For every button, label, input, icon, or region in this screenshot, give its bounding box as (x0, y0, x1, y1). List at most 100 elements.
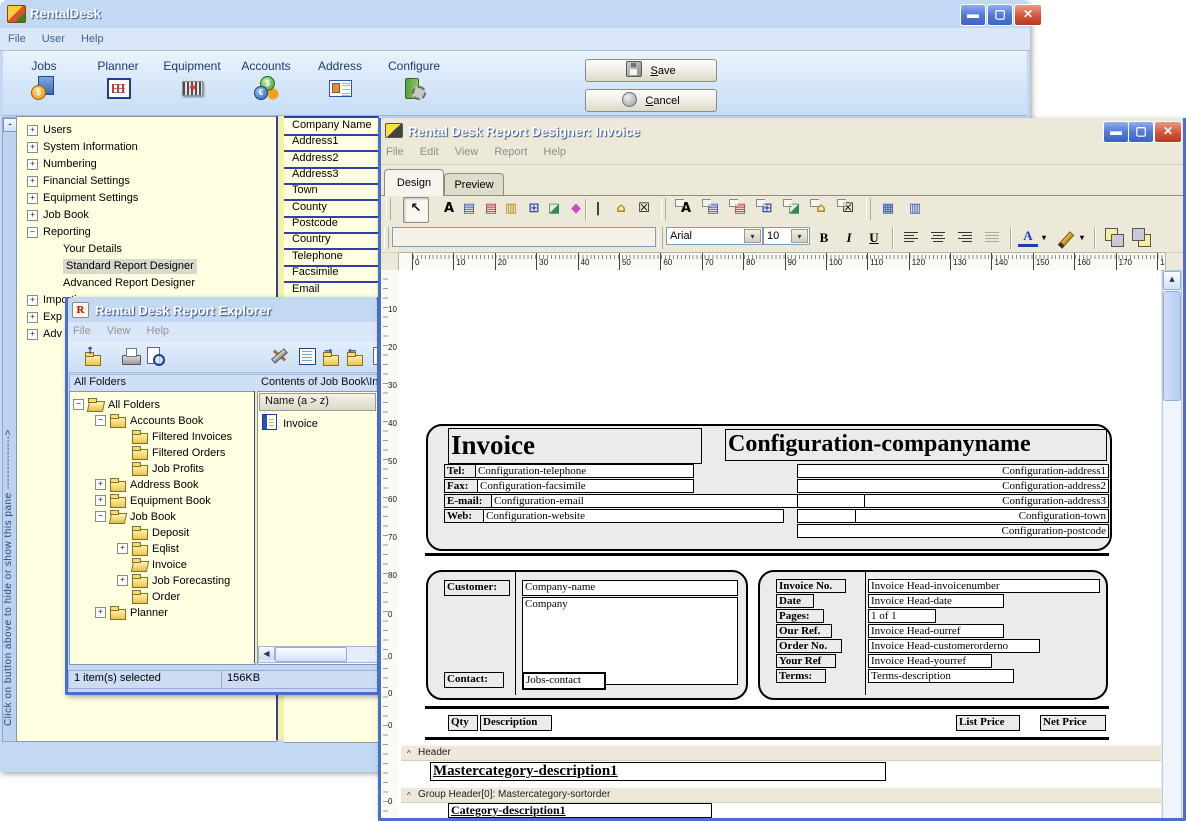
tab-design[interactable]: Design (384, 169, 444, 196)
font-family-arrow-icon[interactable]: ▾ (744, 229, 761, 243)
tree-expand-icon[interactable]: + (27, 193, 38, 204)
highlight-arrow-icon[interactable]: ▾ (1076, 227, 1088, 249)
bring-to-front-button[interactable] (1102, 225, 1126, 249)
tree-expand-icon[interactable]: + (27, 210, 38, 221)
minimize-button[interactable]: ▬ (960, 4, 986, 26)
tree-expand-icon[interactable]: + (27, 312, 38, 323)
save-button[interactable]: Save (585, 59, 717, 82)
designer-menu-help[interactable]: Help (535, 143, 574, 160)
field-order-no[interactable]: Invoice Head-customerorderno (868, 639, 1040, 653)
tree-item-numbering[interactable]: +Numbering (17, 156, 277, 172)
tree-expand-icon[interactable]: + (95, 495, 106, 506)
main-titlebar[interactable]: RentalDesk (0, 0, 1030, 27)
highlight-button[interactable] (1056, 227, 1076, 249)
label-invoice-no[interactable]: Invoice No. (776, 579, 846, 593)
field-blank-2[interactable] (797, 509, 859, 523)
field-your-ref[interactable]: Invoice Head-yourref (868, 654, 992, 668)
name-column-header[interactable]: Name (a > z) (259, 393, 376, 411)
list-item-invoice[interactable]: Invoice (262, 414, 318, 435)
field-row-facsimile[interactable]: Facsimile (284, 265, 386, 283)
field-date[interactable]: Invoice Head-date (868, 594, 1004, 608)
field-our-ref[interactable]: Invoice Head-ourref (868, 624, 1004, 638)
maximize-button[interactable]: ▢ (987, 4, 1013, 26)
tree-expand-icon[interactable]: + (95, 607, 106, 618)
field-row-postcode[interactable]: Postcode (284, 216, 386, 234)
toolbar-accounts[interactable]: Accounts (233, 59, 299, 100)
folder-item-all-folders[interactable]: −All Folders (70, 397, 255, 412)
column-net-price[interactable]: Net Price (1040, 715, 1106, 731)
contents-hscrollbar[interactable]: ◀ (258, 646, 378, 663)
field-invoice-title[interactable]: Invoice (448, 428, 702, 464)
field-town[interactable]: Configuration-town (855, 509, 1109, 523)
tree-expand-icon[interactable]: − (95, 511, 106, 522)
tree-item-advanced-report-designer[interactable]: Advanced Report Designer (17, 275, 277, 291)
tree-expand-icon[interactable]: + (27, 176, 38, 187)
font-family-select[interactable]: Arial ▾ (666, 227, 763, 245)
label-your-ref[interactable]: Your Ref (776, 654, 836, 668)
folder-item-address-book[interactable]: +Address Book (70, 477, 255, 492)
designer-minimize-button[interactable]: ▬ (1103, 121, 1129, 143)
pointer-tool-icon[interactable]: ↖ (403, 197, 429, 223)
justify-button[interactable] (980, 227, 1004, 249)
font-color-button[interactable]: A (1018, 227, 1038, 247)
field-row-telephone[interactable]: Telephone (284, 249, 386, 267)
field-mastercategory[interactable]: Mastercategory-description1 (430, 762, 886, 781)
tree-expand-icon[interactable]: + (95, 479, 106, 490)
tree-expand-icon[interactable]: + (27, 125, 38, 136)
tree-item-financial-settings[interactable]: +Financial Settings (17, 173, 277, 189)
folder-item-filtered-invoices[interactable]: Filtered Invoices (70, 429, 255, 444)
field-postcode[interactable]: Configuration-postcode (797, 524, 1109, 538)
field-address2[interactable]: Configuration-address2 (797, 479, 1109, 493)
toolbar-configure[interactable]: Configure (381, 59, 447, 100)
print-preview-icon[interactable] (144, 345, 168, 369)
designer-titlebar[interactable]: Rental Desk Report Designer: Invoice (378, 118, 1186, 145)
expression-input[interactable] (392, 227, 656, 247)
underline-button[interactable]: U (862, 227, 886, 249)
folder-item-invoice[interactable]: Invoice (70, 557, 255, 572)
explorer-menu-help[interactable]: Help (138, 322, 177, 339)
tree-item-your-details[interactable]: Your Details (17, 241, 277, 257)
tree-item-reporting[interactable]: −Reporting (17, 224, 277, 240)
field-email[interactable]: Configuration-email (491, 494, 802, 508)
report-tools-icon[interactable] (268, 345, 292, 369)
designer-menu-file[interactable]: File (378, 143, 412, 160)
db-image-tool-icon[interactable]: ◪ (781, 197, 807, 223)
folder-item-eqlist[interactable]: +Eqlist (70, 541, 255, 556)
tree-expand-icon[interactable]: − (27, 227, 38, 238)
toolbar-handle[interactable] (661, 198, 666, 220)
crosstab-tool-icon[interactable]: ▥ (902, 197, 928, 223)
send-to-back-button[interactable] (1129, 225, 1153, 249)
designer-menu-report[interactable]: Report (486, 143, 535, 160)
folder-item-job-profits[interactable]: Job Profits (70, 461, 255, 476)
field-company-name[interactable]: Company-name (522, 580, 738, 596)
db-text-tool-icon[interactable]: A (673, 197, 699, 223)
tree-expand-icon[interactable]: + (27, 159, 38, 170)
field-row-company-name[interactable]: Company Name (284, 118, 386, 136)
field-website[interactable]: Configuration-website (483, 509, 784, 523)
label-fax[interactable]: Fax: (444, 479, 480, 493)
folder-item-job-book[interactable]: −Job Book (70, 509, 255, 524)
label-contact[interactable]: Contact: (444, 672, 504, 688)
explorer-menu-file[interactable]: File (65, 322, 99, 339)
db-memo-tool-icon[interactable]: ▤ (700, 197, 726, 223)
bold-button[interactable]: B (812, 227, 836, 249)
folder-item-equipment-book[interactable]: +Equipment Book (70, 493, 255, 508)
db-calc-tool-icon[interactable]: ⊞ (754, 197, 780, 223)
tree-expand-icon[interactable]: + (27, 329, 38, 340)
folder-item-job-forecasting[interactable]: +Job Forecasting (70, 573, 255, 588)
main-menu-user[interactable]: User (34, 28, 73, 49)
field-row-county[interactable]: County (284, 200, 386, 218)
field-address1[interactable]: Configuration-address1 (797, 464, 1109, 478)
tree-expand-icon[interactable]: − (73, 399, 84, 410)
toolbar-handle[interactable] (386, 198, 391, 220)
tree-expand-icon[interactable]: − (95, 415, 106, 426)
tree-expand-icon[interactable]: + (117, 575, 128, 586)
export-report-icon[interactable]: ← (344, 345, 368, 369)
field-row-address3[interactable]: Address3 (284, 167, 386, 185)
tree-item-system-information[interactable]: +System Information (17, 139, 277, 155)
field-pages[interactable]: 1 of 1 (868, 609, 936, 623)
folder-item-filtered-orders[interactable]: Filtered Orders (70, 445, 255, 460)
tree-item-users[interactable]: +Users (17, 122, 277, 138)
explorer-menu-view[interactable]: View (99, 322, 139, 339)
align-right-button[interactable] (953, 227, 977, 249)
